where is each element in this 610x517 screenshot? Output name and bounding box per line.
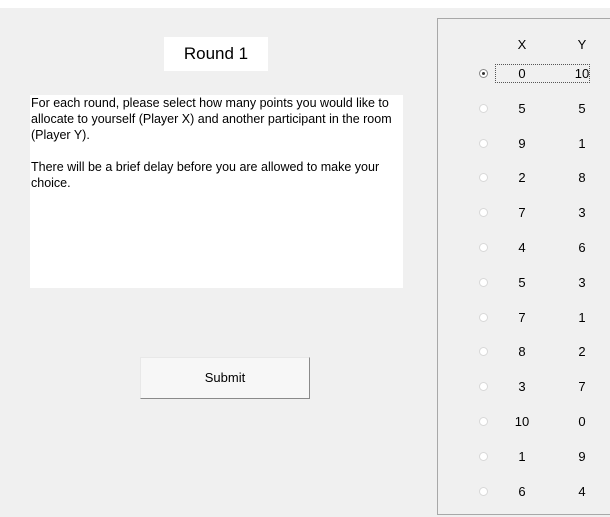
option-y-value: 1 <box>578 135 586 151</box>
option-radio-button[interactable] <box>479 277 488 287</box>
option-x-value: 0 <box>518 66 526 81</box>
allocation-option-row[interactable]: 46 <box>438 238 610 258</box>
allocation-option-row[interactable]: 73 <box>438 203 610 223</box>
allocation-option-row[interactable]: 91 <box>438 134 610 154</box>
allocation-option-row[interactable]: 71 <box>438 308 610 328</box>
option-radio-button[interactable] <box>479 417 488 426</box>
allocation-option-row[interactable]: 82 <box>438 342 610 362</box>
option-radio-button[interactable] <box>479 69 488 78</box>
option-radio-button[interactable] <box>479 243 488 252</box>
option-x-value: 5 <box>518 274 526 290</box>
option-y-value: 7 <box>578 379 586 395</box>
option-radio-button[interactable] <box>479 312 488 322</box>
option-radio-button[interactable] <box>479 208 488 218</box>
allocation-option-row[interactable]: 64 <box>438 482 610 502</box>
instructions-text-box: For each round, please select how many p… <box>30 95 403 288</box>
instructions-paragraph-1: For each round, please select how many p… <box>31 96 392 142</box>
option-y-value: 2 <box>578 344 586 360</box>
instructions-paragraph-2: There will be a brief delay before you a… <box>31 160 380 190</box>
option-x-value: 4 <box>518 240 526 255</box>
option-x-value: 2 <box>518 170 526 186</box>
option-x-value: 6 <box>518 483 526 499</box>
option-y-value: 0 <box>578 414 586 429</box>
allocation-option-row[interactable]: 28 <box>438 168 610 188</box>
option-x-value: 3 <box>518 379 526 395</box>
option-x-value: 1 <box>518 448 526 464</box>
option-y-value: 6 <box>578 240 586 255</box>
option-x-value: 7 <box>518 205 526 221</box>
allocation-option-row[interactable]: 10 0 <box>438 412 610 432</box>
allocation-option-row[interactable]: 55 <box>438 99 610 119</box>
option-radio-button[interactable] <box>479 486 488 496</box>
option-x-value: 7 <box>518 309 526 325</box>
allocation-option-row[interactable]: 0 10 <box>438 64 610 84</box>
option-y-value: 4 <box>578 483 586 499</box>
option-y-value: 3 <box>578 274 586 290</box>
option-radio-button[interactable] <box>479 451 488 461</box>
option-y-value: 10 <box>574 66 590 81</box>
option-radio-button[interactable] <box>479 138 488 148</box>
option-y-value: 1 <box>578 309 586 325</box>
submit-button[interactable]: Submit <box>140 357 310 399</box>
allocation-option-row[interactable]: 37 <box>438 377 610 397</box>
option-radio-button[interactable] <box>479 347 488 357</box>
option-x-value: 10 <box>514 414 530 429</box>
option-radio-button[interactable] <box>479 173 488 183</box>
option-x-value: 8 <box>518 344 526 360</box>
option-radio-button[interactable] <box>479 103 488 113</box>
column-header-x: X <box>517 37 527 52</box>
round-title: Round 1 <box>164 37 268 71</box>
allocation-option-row[interactable]: 19 <box>438 447 610 467</box>
option-y-value: 9 <box>578 448 586 464</box>
allocation-choice-panel: X Y 0 10 5 5 9 1 2 8 7 3 4 6 5 3 7 1 8 2 3 7 10 0 1 9 6 4 <box>437 18 610 515</box>
allocation-option-row[interactable]: 53 <box>438 273 610 293</box>
option-x-value: 5 <box>518 100 526 116</box>
option-y-value: 8 <box>578 170 586 186</box>
option-y-value: 3 <box>578 205 586 221</box>
option-radio-button[interactable] <box>479 382 488 392</box>
option-y-value: 5 <box>578 100 586 116</box>
column-header-y: Y <box>577 37 587 52</box>
option-x-value: 9 <box>518 135 526 151</box>
